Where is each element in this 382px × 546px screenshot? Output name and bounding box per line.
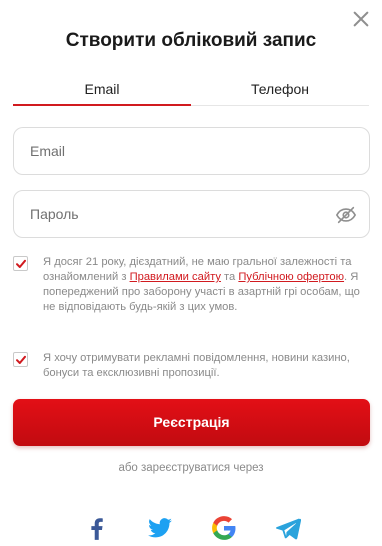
twitter-icon[interactable]	[147, 515, 173, 541]
alt-signup-label: або зареєструватися через	[118, 462, 264, 474]
modal-title: Створити обліковий запис	[65, 30, 317, 51]
age-consent-text: Я досяг 21 року, дієздатний, не маю грал…	[43, 255, 368, 315]
signup-method-tabs: Email Телефон	[13, 72, 369, 106]
facebook-icon[interactable]	[84, 515, 110, 541]
age-consent-row: Я досяг 21 року, дієздатний, не маю грал…	[13, 255, 368, 315]
eye-off-icon[interactable]	[335, 204, 357, 226]
password-field-wrapper	[13, 190, 370, 238]
consent-text-part: та	[220, 271, 239, 283]
google-icon[interactable]	[211, 515, 237, 541]
tab-phone[interactable]: Телефон	[191, 72, 369, 105]
password-input[interactable]	[14, 191, 369, 237]
email-input[interactable]	[14, 128, 369, 174]
email-field-wrapper	[13, 127, 370, 175]
age-consent-checkbox[interactable]	[13, 256, 28, 271]
telegram-icon[interactable]	[275, 515, 302, 541]
marketing-consent-text: Я хочу отримувати рекламні повідомлення,…	[43, 352, 350, 379]
public-offer-link[interactable]: Публічною офертою	[238, 271, 344, 283]
tab-email[interactable]: Email	[13, 72, 191, 106]
marketing-consent-checkbox[interactable]	[13, 352, 28, 367]
close-icon[interactable]	[350, 8, 372, 30]
marketing-consent-row: Я хочу отримувати рекламні повідомлення,…	[13, 351, 368, 381]
site-rules-link[interactable]: Правилами сайту	[130, 271, 221, 283]
register-button[interactable]: Реєстрація	[13, 399, 370, 446]
